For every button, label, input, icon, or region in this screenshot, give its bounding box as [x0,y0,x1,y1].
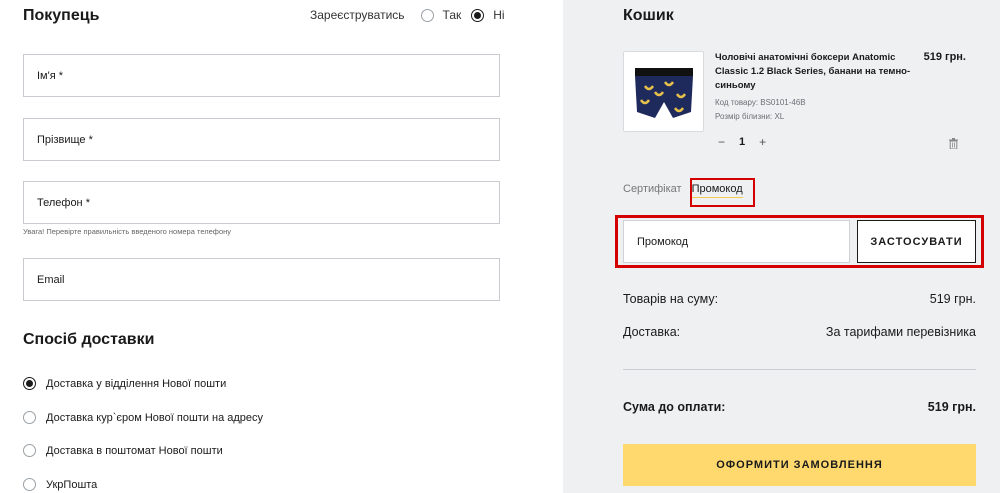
delivery-value: За тарифами перевізника [825,325,976,339]
goods-sum-label: Товарів на суму: [623,292,719,306]
goods-sum-row: Товарів на суму: 519 грн. [623,292,976,306]
qty-minus-button[interactable]: − [718,135,725,149]
summary-divider [623,369,976,370]
apply-promo-button[interactable]: ЗАСТОСУВАТИ [857,220,976,263]
register-no-label: Ні [493,8,505,22]
email-field[interactable]: Email [23,258,500,301]
product-code: Код товару: BS0101-46B [715,98,806,107]
delivery-option-label: Доставка в поштомат Нової пошти [46,444,223,457]
delivery-radio[interactable] [23,478,36,491]
register-yes-radio[interactable] [420,8,434,22]
quantity-stepper: − 1 + [718,135,766,149]
cart-panel: Кошик Чоловічі анатомічні боксери Anatom… [563,0,1000,493]
product-size: Розмір білизни: XL [715,112,785,121]
delivery-radio[interactable] [23,444,36,457]
surname-field[interactable]: Прізвище * [23,118,500,161]
total-value: 519 грн. [927,400,976,414]
delivery-option-postomat[interactable]: Доставка в поштомат Нової пошти [23,444,223,457]
goods-sum-value: 519 грн. [929,292,976,306]
product-name[interactable]: Чоловічі анатомічні боксери Anatomic Cla… [715,51,915,93]
qty-plus-button[interactable]: + [759,135,766,149]
cart-title: Кошик [623,7,674,24]
phone-field-label: Телефон * [37,196,90,209]
delivery-option-label: УкрПошта [46,478,98,491]
delivery-option-ukrposhta[interactable]: УкрПошта [23,478,97,491]
delivery-radio[interactable] [23,377,36,390]
total-row: Сума до оплати: 519 грн. [623,400,976,414]
surname-field-label: Прізвище * [37,133,93,146]
phone-field[interactable]: Телефон * [23,181,500,224]
trash-icon[interactable] [949,136,958,154]
product-price: 519 грн. [923,51,966,63]
boxer-shorts-icon [634,67,693,118]
delivery-row: Доставка: За тарифами перевізника [623,325,976,339]
delivery-option-label: Доставка у відділення Нової пошти [46,377,227,390]
register-no-option[interactable]: Ні [471,8,505,22]
delivery-option-branch[interactable]: Доставка у відділення Нової пошти [23,377,226,390]
register-toggle: Зареєструватись Так Ні [310,8,515,22]
name-field-label: Ім'я * [37,69,64,82]
promo-input[interactable]: Промокод [623,220,850,263]
buyer-title: Покупець [23,7,100,24]
register-label: Зареєструватись [310,8,405,22]
register-no-radio[interactable] [471,8,485,22]
place-order-button[interactable]: ОФОРМИТИ ЗАМОВЛЕННЯ [623,444,976,486]
delivery-option-courier[interactable]: Доставка кур`єром Нової пошти на адресу [23,411,263,424]
buyer-panel: Покупець Зареєструватись Так Ні Ім'я * П… [0,0,563,493]
name-field[interactable]: Ім'я * [23,54,500,97]
phone-hint: Увага! Перевірте правильність введеного … [23,227,232,236]
delivery-title: Спосіб доставки [23,331,155,348]
tab-certificate[interactable]: Сертифікат [623,183,682,198]
register-yes-option[interactable]: Так [420,8,462,22]
email-field-label: Email [37,273,65,286]
qty-value: 1 [739,136,746,148]
product-image[interactable] [623,51,704,132]
delivery-radio[interactable] [23,411,36,424]
delivery-option-label: Доставка кур`єром Нової пошти на адресу [46,411,264,424]
delivery-label: Доставка: [623,325,681,339]
register-yes-label: Так [442,8,462,22]
total-label: Сума до оплати: [623,400,726,414]
promo-input-placeholder: Промокод [637,235,689,248]
promo-tab-highlight [690,178,755,207]
